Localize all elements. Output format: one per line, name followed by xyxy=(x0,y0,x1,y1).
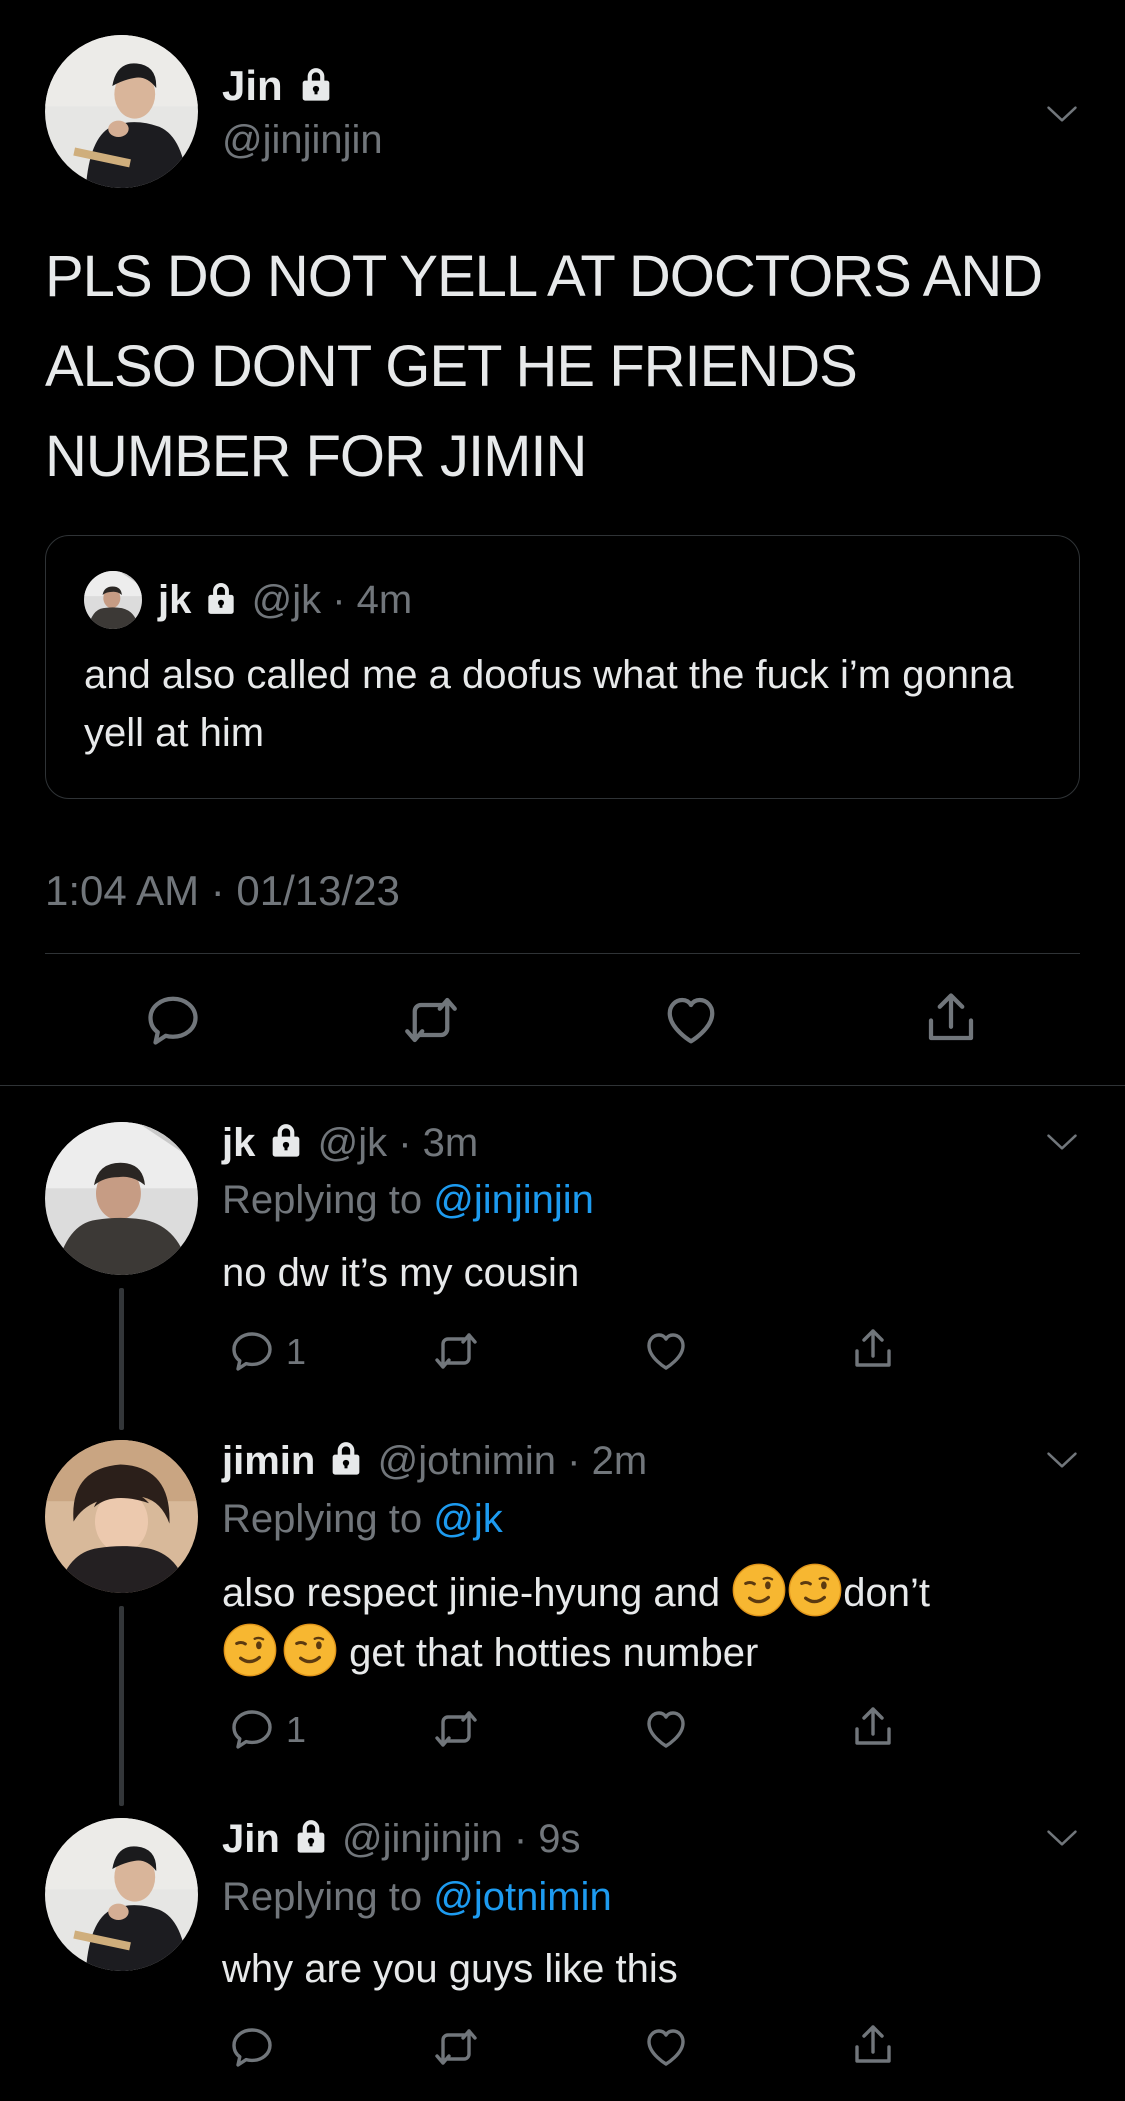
replying-to: Replying to @jk xyxy=(222,1494,503,1544)
reply-handle[interactable]: @jotnimin xyxy=(378,1439,556,1483)
quoted-tweet[interactable]: jk @jk · 4m and also called me a doofus … xyxy=(45,535,1080,799)
wink-emoji-icon xyxy=(222,1622,278,1678)
divider xyxy=(0,1085,1125,1086)
lock-icon xyxy=(291,1816,331,1856)
reply-icon[interactable] xyxy=(228,1327,276,1375)
quoted-handle: @jk xyxy=(251,578,322,622)
wink-emoji-icon xyxy=(731,1562,787,1618)
quoted-avatar xyxy=(84,571,142,629)
reply-icon[interactable] xyxy=(228,2023,276,2071)
reply-header: Jin @jinjinjin · 9s xyxy=(222,1814,581,1864)
author-name: Jin xyxy=(222,62,283,109)
reply-handle[interactable]: @jinjinjin xyxy=(342,1817,503,1861)
like-icon[interactable] xyxy=(661,990,721,1050)
tweet-text: PLS DO NOT YELL AT DOCTORS AND ALSO DONT… xyxy=(45,244,1043,489)
reply-actions: 1 xyxy=(222,1322,922,1382)
replying-to-link[interactable]: @jotnimin xyxy=(433,1875,611,1919)
reply-time: · 2m xyxy=(567,1439,648,1483)
quoted-time: · 4m xyxy=(332,578,413,622)
tweet-timestamp[interactable]: 1:04 AM · 01/13/23 xyxy=(45,866,400,916)
reply-text: no dw it’s my cousin xyxy=(222,1251,580,1295)
quoted-text: and also called me a doofus what the fuc… xyxy=(84,653,1014,755)
reply-count: 1 xyxy=(286,1331,307,1372)
chevron-down-icon[interactable] xyxy=(1043,1441,1081,1479)
reply-header: jk @jk · 3m xyxy=(222,1118,478,1168)
retweet-icon[interactable] xyxy=(432,1705,480,1753)
divider xyxy=(45,953,1080,954)
chevron-down-icon[interactable] xyxy=(1043,1819,1081,1857)
chevron-down-icon[interactable] xyxy=(1043,95,1081,133)
author-handle[interactable]: @jinjinjin xyxy=(222,116,383,164)
replying-to-link[interactable]: @jk xyxy=(433,1497,503,1541)
retweet-icon[interactable] xyxy=(432,1327,480,1375)
share-icon[interactable] xyxy=(849,2021,897,2069)
reply-text: why are you guys like this xyxy=(222,1947,678,1991)
reply-name[interactable]: jk xyxy=(222,1121,255,1165)
author-avatar[interactable] xyxy=(45,35,198,188)
reply-count: 1 xyxy=(286,1709,307,1750)
like-icon[interactable] xyxy=(642,2023,690,2071)
quoted-header: jk @jk · 4m xyxy=(158,576,412,624)
reply-time: · 3m xyxy=(398,1121,479,1165)
reply-header: jimin @jotnimin · 2m xyxy=(222,1436,647,1486)
reply-name[interactable]: jimin xyxy=(222,1439,315,1483)
author-name-row[interactable]: Jin xyxy=(222,62,336,110)
reply-text-part: also respect jinie-hyung and xyxy=(222,1571,721,1615)
share-icon[interactable] xyxy=(849,1325,897,1373)
reply-text-part: get that hotties number xyxy=(349,1631,759,1675)
replying-to-label: Replying to xyxy=(222,1497,423,1541)
like-icon[interactable] xyxy=(642,1327,690,1375)
reply-time: · 9s xyxy=(513,1817,581,1861)
reply-name[interactable]: Jin xyxy=(222,1817,280,1861)
quoted-name: jk xyxy=(158,578,192,622)
thread-line xyxy=(119,1288,124,1430)
thread-line xyxy=(119,1606,124,1806)
replying-to: Replying to @jotnimin xyxy=(222,1872,612,1922)
chevron-down-icon[interactable] xyxy=(1043,1123,1081,1161)
reply-icon[interactable] xyxy=(228,1705,276,1753)
reply-avatar[interactable] xyxy=(45,1440,198,1593)
lock-icon xyxy=(326,1438,366,1478)
reply-avatar[interactable] xyxy=(45,1122,198,1275)
reply-handle[interactable]: @jk xyxy=(318,1121,388,1165)
wink-emoji-icon xyxy=(282,1622,338,1678)
lock-icon xyxy=(266,1120,306,1160)
reply-icon[interactable] xyxy=(143,990,203,1050)
retweet-icon[interactable] xyxy=(432,2023,480,2071)
lock-icon xyxy=(296,64,336,104)
wink-emoji-icon xyxy=(787,1562,843,1618)
replying-to-link[interactable]: @jinjinjin xyxy=(433,1178,594,1222)
reply-avatar[interactable] xyxy=(45,1818,198,1971)
reply-actions xyxy=(222,2018,922,2078)
replying-to-label: Replying to xyxy=(222,1178,423,1222)
reply-actions: 1 xyxy=(222,1700,922,1760)
like-icon[interactable] xyxy=(642,1705,690,1753)
retweet-icon[interactable] xyxy=(401,990,461,1050)
reply-text: also respect jinie-hyung and don’t get t… xyxy=(222,1562,1082,1682)
share-icon[interactable] xyxy=(921,988,981,1048)
share-icon[interactable] xyxy=(849,1703,897,1751)
reply-text-part: don’t xyxy=(843,1571,930,1615)
lock-icon xyxy=(202,579,240,617)
replying-to: Replying to @jinjinjin xyxy=(222,1175,594,1225)
replying-to-label: Replying to xyxy=(222,1875,423,1919)
